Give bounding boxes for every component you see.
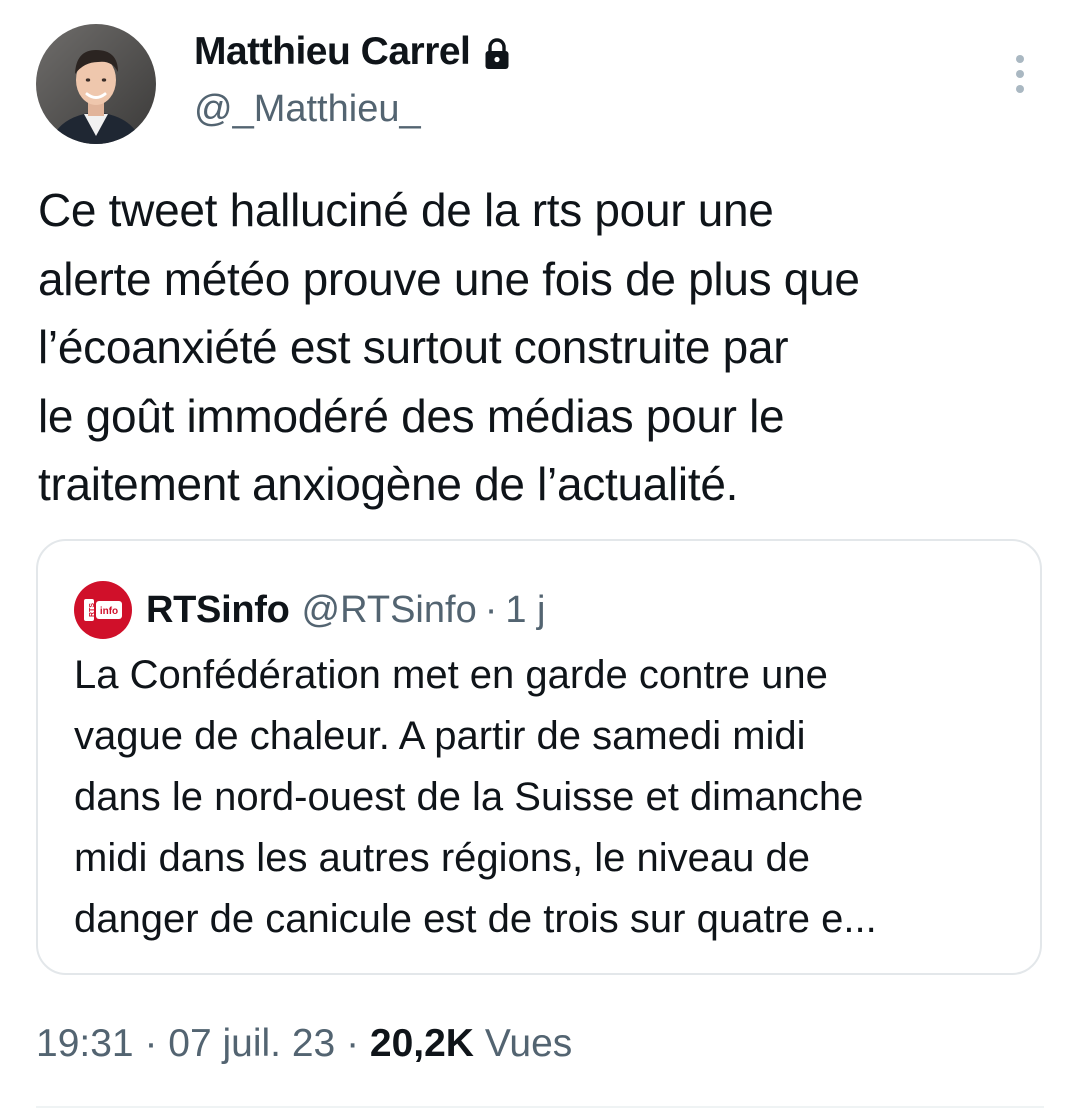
quoted-tweet-text: La Confédération met en garde contre une… [74, 653, 877, 941]
author-name[interactable]: Matthieu Carrel [194, 30, 510, 74]
author-name-text: Matthieu Carrel [194, 30, 471, 73]
quoted-author-handle[interactable]: @RTSinfo [302, 589, 477, 632]
quoted-tweet-header: RTS info RTSinfo @RTSinfo · 1 j [74, 581, 546, 639]
vertical-ellipsis-icon[interactable] [1004, 52, 1036, 96]
tweet-date[interactable]: 07 juil. 23 [168, 1022, 335, 1065]
tweet-meta: 19:31 · 07 juil. 23 · 20,2K Vues [36, 1022, 572, 1066]
quoted-author-name[interactable]: RTSinfo [146, 589, 290, 632]
quoted-tweet-card[interactable]: RTS info RTSinfo @RTSinfo · 1 j La Confé… [36, 539, 1042, 975]
views-label: Vues [473, 1022, 573, 1065]
meta-separator-1: · [133, 1022, 169, 1065]
views-count[interactable]: 20,2K [370, 1022, 474, 1065]
svg-text:info: info [100, 606, 118, 617]
author-avatar[interactable] [36, 24, 156, 144]
quoted-timestamp[interactable]: 1 j [505, 589, 545, 632]
lock-icon [484, 36, 510, 69]
author-handle[interactable]: @_Matthieu_ [194, 88, 421, 131]
quoted-separator: · [484, 588, 498, 631]
divider [36, 1106, 1044, 1108]
rts-info-logo[interactable]: RTS info [74, 581, 132, 639]
tweet-time[interactable]: 19:31 [36, 1022, 134, 1065]
tweet-text: Ce tweet halluciné de la rts pour une al… [38, 184, 860, 510]
svg-text:RTS: RTS [89, 603, 96, 617]
avatar-photo [36, 24, 156, 144]
meta-separator-2: · [335, 1022, 370, 1065]
